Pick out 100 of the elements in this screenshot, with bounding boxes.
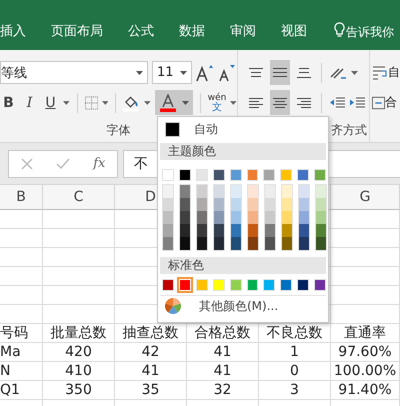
color-swatch[interactable] [180, 211, 190, 224]
color-swatch[interactable] [231, 224, 241, 237]
color-swatch[interactable] [180, 224, 190, 237]
color-swatch[interactable] [316, 237, 326, 250]
color-swatch[interactable] [214, 237, 224, 250]
italic-button[interactable]: I [20, 94, 38, 110]
color-swatch[interactable] [246, 279, 258, 291]
color-swatch[interactable] [282, 237, 292, 250]
color-swatch[interactable] [248, 224, 258, 237]
caret-icon[interactable] [62, 100, 70, 104]
color-swatch[interactable] [265, 185, 275, 198]
color-swatch[interactable] [248, 211, 258, 224]
phonetic-guide-button[interactable]: wén 文 [208, 92, 226, 112]
color-swatch[interactable] [265, 237, 275, 250]
color-swatch[interactable] [246, 169, 258, 181]
bold-button[interactable]: B [0, 94, 17, 110]
color-swatch[interactable] [314, 279, 326, 291]
color-swatch[interactable] [280, 279, 292, 291]
color-swatch[interactable] [299, 211, 309, 224]
color-swatch[interactable] [297, 279, 310, 291]
font-size-field[interactable]: 11 [152, 61, 192, 84]
ribbon-tab[interactable]: 公式 [128, 23, 154, 41]
color-swatch[interactable] [231, 185, 241, 198]
color-swatch[interactable] [265, 198, 275, 211]
merge-center-button[interactable]: 合 [372, 94, 397, 111]
fill-bucket-icon[interactable] [123, 94, 140, 112]
color-swatch[interactable] [214, 211, 224, 224]
caret-icon[interactable] [144, 100, 151, 104]
caret-icon[interactable] [351, 70, 358, 74]
decrease-indent-icon[interactable] [329, 94, 345, 110]
grow-font-icon[interactable] [196, 64, 214, 82]
wrap-text-button[interactable]: 自 [372, 64, 400, 81]
color-swatch[interactable] [297, 169, 310, 181]
caret-icon[interactable] [230, 100, 237, 104]
color-swatch[interactable] [316, 224, 326, 237]
color-swatch[interactable] [314, 169, 326, 181]
ribbon-tab[interactable]: 视图 [281, 23, 307, 41]
color-swatch[interactable] [212, 279, 225, 291]
color-swatch[interactable] [212, 169, 225, 181]
color-swatch[interactable] [162, 279, 174, 291]
color-swatch[interactable] [197, 198, 207, 211]
color-swatch[interactable] [214, 224, 224, 237]
color-swatch[interactable] [282, 224, 292, 237]
color-swatch[interactable] [197, 185, 207, 198]
color-swatch[interactable] [163, 185, 173, 198]
color-swatch[interactable] [197, 224, 207, 237]
color-swatch[interactable] [280, 169, 292, 181]
color-swatch[interactable] [282, 185, 292, 198]
color-swatch[interactable] [231, 237, 241, 250]
enter-icon[interactable] [56, 158, 70, 170]
cancel-icon[interactable] [20, 158, 33, 170]
borders-icon[interactable] [84, 96, 98, 110]
column-header[interactable]: G [331, 185, 400, 210]
color-swatch[interactable] [230, 279, 242, 291]
color-swatch[interactable] [299, 224, 309, 237]
ribbon-tab[interactable]: 插入 [0, 23, 26, 41]
color-swatch[interactable] [316, 198, 326, 211]
color-swatch[interactable] [263, 169, 276, 181]
color-swatch[interactable] [180, 198, 190, 211]
color-swatch[interactable] [263, 279, 276, 291]
font-color-button[interactable] [154, 90, 193, 115]
color-swatch[interactable] [214, 198, 224, 211]
increase-indent-icon[interactable] [349, 94, 365, 110]
column-header[interactable]: C [43, 185, 115, 210]
ribbon-tab[interactable]: 页面布局 [51, 23, 103, 41]
font-name-field[interactable]: 等线 [0, 61, 148, 84]
color-swatch[interactable] [230, 169, 242, 181]
color-swatch[interactable] [163, 211, 173, 224]
color-swatch[interactable] [214, 185, 224, 198]
color-swatch[interactable] [299, 185, 309, 198]
ribbon-tab[interactable]: 审阅 [230, 23, 256, 41]
color-swatch[interactable] [180, 237, 190, 250]
underline-button[interactable]: U [42, 94, 59, 110]
color-swatch[interactable] [282, 211, 292, 224]
shrink-font-icon[interactable] [218, 64, 236, 82]
color-swatch[interactable] [299, 237, 309, 250]
color-swatch[interactable] [231, 211, 241, 224]
insert-function-button[interactable]: fx [93, 156, 106, 171]
color-swatch[interactable] [248, 237, 258, 250]
color-swatch[interactable] [162, 169, 174, 181]
automatic-color-item[interactable]: 自动 [160, 119, 326, 140]
color-swatch[interactable] [197, 211, 207, 224]
color-swatch[interactable] [316, 211, 326, 224]
color-swatch[interactable] [231, 198, 241, 211]
color-swatch[interactable] [265, 224, 275, 237]
tell-me-search[interactable]: 告诉我你 [346, 23, 394, 41]
caret-icon[interactable] [102, 100, 108, 104]
color-swatch[interactable] [316, 185, 326, 198]
color-swatch[interactable] [163, 237, 173, 250]
color-swatch[interactable] [163, 198, 173, 211]
center-button[interactable] [270, 90, 290, 115]
color-swatch[interactable] [265, 211, 275, 224]
column-header[interactable]: B [0, 185, 43, 210]
color-swatch[interactable] [197, 237, 207, 250]
middle-align-button[interactable] [270, 60, 290, 85]
more-colors-item[interactable]: 其他颜色(M)... [160, 296, 326, 316]
color-swatch[interactable] [248, 185, 258, 198]
color-swatch[interactable] [248, 198, 258, 211]
color-swatch[interactable] [282, 198, 292, 211]
color-swatch[interactable] [178, 169, 191, 181]
